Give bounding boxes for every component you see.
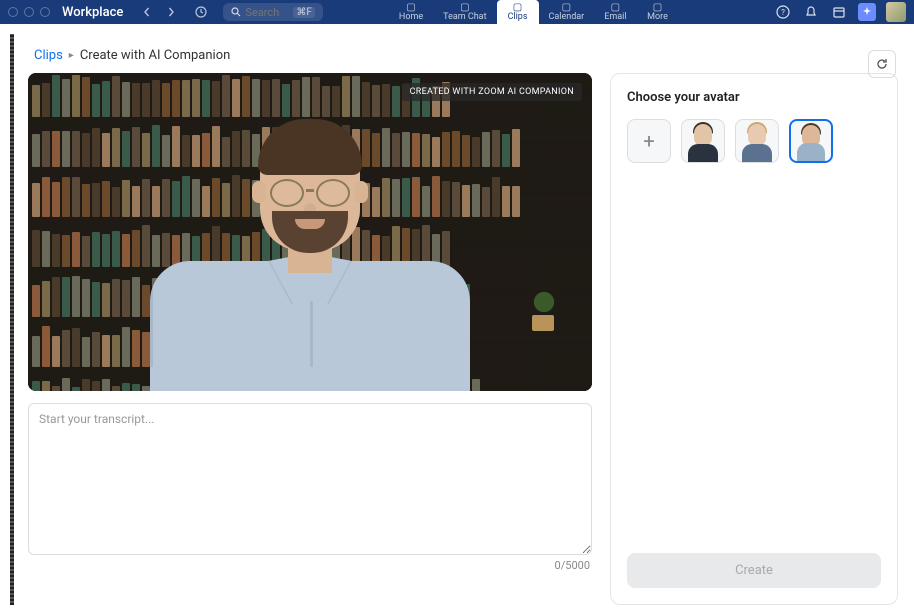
- help-icon[interactable]: ?: [774, 3, 792, 21]
- avatar-grid: +: [627, 119, 881, 163]
- avatar-figure: [130, 111, 490, 391]
- app-name: Workplace: [62, 5, 123, 20]
- profile-avatar[interactable]: [886, 2, 906, 22]
- avatar-section-title: Choose your avatar: [627, 90, 881, 105]
- breadcrumb: Clips ▸ Create with AI Companion: [34, 48, 230, 63]
- sparkle-icon[interactable]: [858, 3, 876, 21]
- char-count: 0/5000: [28, 555, 592, 576]
- right-column: Choose your avatar + Create: [610, 73, 898, 605]
- breadcrumb-separator: ▸: [69, 50, 74, 61]
- more-icon: ▢: [653, 2, 662, 12]
- plus-icon: +: [643, 129, 654, 153]
- top-right-controls: ?: [774, 2, 906, 22]
- close-dot[interactable]: [8, 7, 18, 17]
- calendar-icon[interactable]: [830, 3, 848, 21]
- avatar-preview: CREATED WITH ZOOM AI COMPANION: [28, 73, 592, 391]
- avatar-option-man-suit[interactable]: [681, 119, 725, 163]
- forward-button[interactable]: [161, 2, 181, 22]
- bell-icon[interactable]: [802, 3, 820, 21]
- topbar: Workplace ⌘F ▢Home▢Team Chat▢Clips▢Calen…: [0, 0, 914, 24]
- create-button[interactable]: Create: [627, 553, 881, 588]
- nav-tab-clips[interactable]: ▢Clips: [497, 0, 539, 24]
- main-area: Clips ▸ Create with AI Companion: [28, 34, 904, 605]
- left-edge-decoration: [10, 34, 14, 605]
- home-icon: ▢: [406, 2, 415, 12]
- window-controls: [8, 7, 50, 17]
- calendar-icon: ▢: [562, 2, 571, 12]
- preview-badge: CREATED WITH ZOOM AI COMPANION: [402, 83, 582, 101]
- body-row: CREATED WITH ZOOM AI COMPANION 0/5000 Ch…: [28, 73, 904, 605]
- minimize-dot[interactable]: [24, 7, 34, 17]
- clips-icon: ▢: [513, 2, 522, 12]
- content: Clips ▸ Create with AI Companion: [0, 24, 914, 615]
- maximize-dot[interactable]: [40, 7, 50, 17]
- avatar-option-woman-blonde[interactable]: [735, 119, 779, 163]
- chat-icon: ▢: [460, 2, 469, 12]
- transcript-textarea[interactable]: [39, 412, 581, 546]
- add-avatar-button[interactable]: +: [627, 119, 671, 163]
- breadcrumb-row: Clips ▸ Create with AI Companion: [28, 34, 904, 73]
- refresh-button[interactable]: [868, 50, 896, 78]
- breadcrumb-current: Create with AI Companion: [80, 48, 230, 63]
- search-input[interactable]: [245, 6, 289, 19]
- history-icon[interactable]: [191, 2, 211, 22]
- left-column: CREATED WITH ZOOM AI COMPANION 0/5000: [28, 73, 592, 605]
- transcript-box[interactable]: [28, 403, 592, 555]
- search-shortcut: ⌘F: [293, 7, 315, 18]
- nav-arrows: [137, 2, 181, 22]
- breadcrumb-parent-link[interactable]: Clips: [34, 48, 63, 63]
- email-icon: ▢: [611, 2, 620, 12]
- avatar-option-man-blue-shirt[interactable]: [789, 119, 833, 163]
- back-button[interactable]: [137, 2, 157, 22]
- nav-tab-email[interactable]: ▢Email: [594, 0, 636, 24]
- nav-tab-calendar[interactable]: ▢Calendar: [539, 0, 595, 24]
- nav-tab-more[interactable]: ▢More: [637, 0, 679, 24]
- nav-tab-home[interactable]: ▢Home: [389, 0, 433, 24]
- search-icon: [231, 7, 241, 17]
- nav-tabs: ▢Home▢Team Chat▢Clips▢Calendar▢Email▢Mor…: [389, 0, 679, 24]
- search-box[interactable]: ⌘F: [223, 3, 323, 21]
- nav-tab-team-chat[interactable]: ▢Team Chat: [433, 0, 496, 24]
- svg-text:?: ?: [781, 8, 785, 17]
